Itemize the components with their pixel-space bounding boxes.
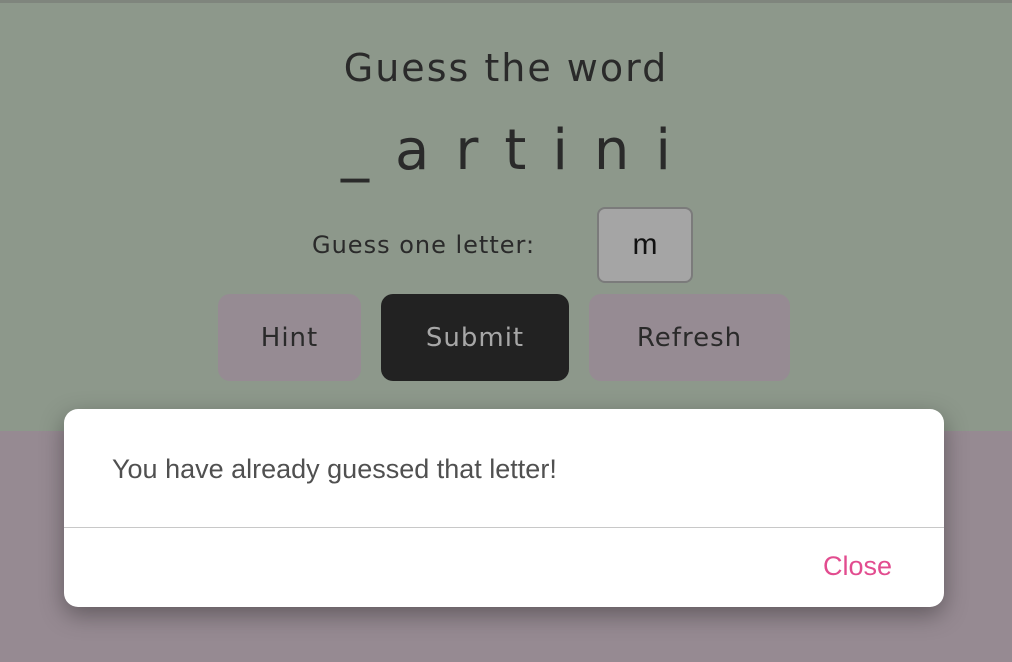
letter-input[interactable]	[597, 207, 693, 283]
submit-button[interactable]: Submit	[381, 294, 569, 381]
alert-message: You have already guessed that letter!	[112, 454, 557, 484]
refresh-button[interactable]: Refresh	[589, 294, 790, 381]
hint-button[interactable]: Hint	[218, 294, 361, 381]
top-border	[0, 0, 1012, 3]
dialog-divider	[64, 527, 944, 528]
word-display: _artini	[341, 118, 697, 183]
page-title: Guess the word	[343, 46, 669, 90]
game-panel: Guess the word _artini Guess one letter:…	[0, 0, 1012, 431]
guess-letter-label: Guess one letter:	[312, 231, 536, 259]
alert-dialog: You have already guessed that letter! Cl…	[64, 409, 944, 607]
close-button[interactable]: Close	[823, 551, 892, 582]
